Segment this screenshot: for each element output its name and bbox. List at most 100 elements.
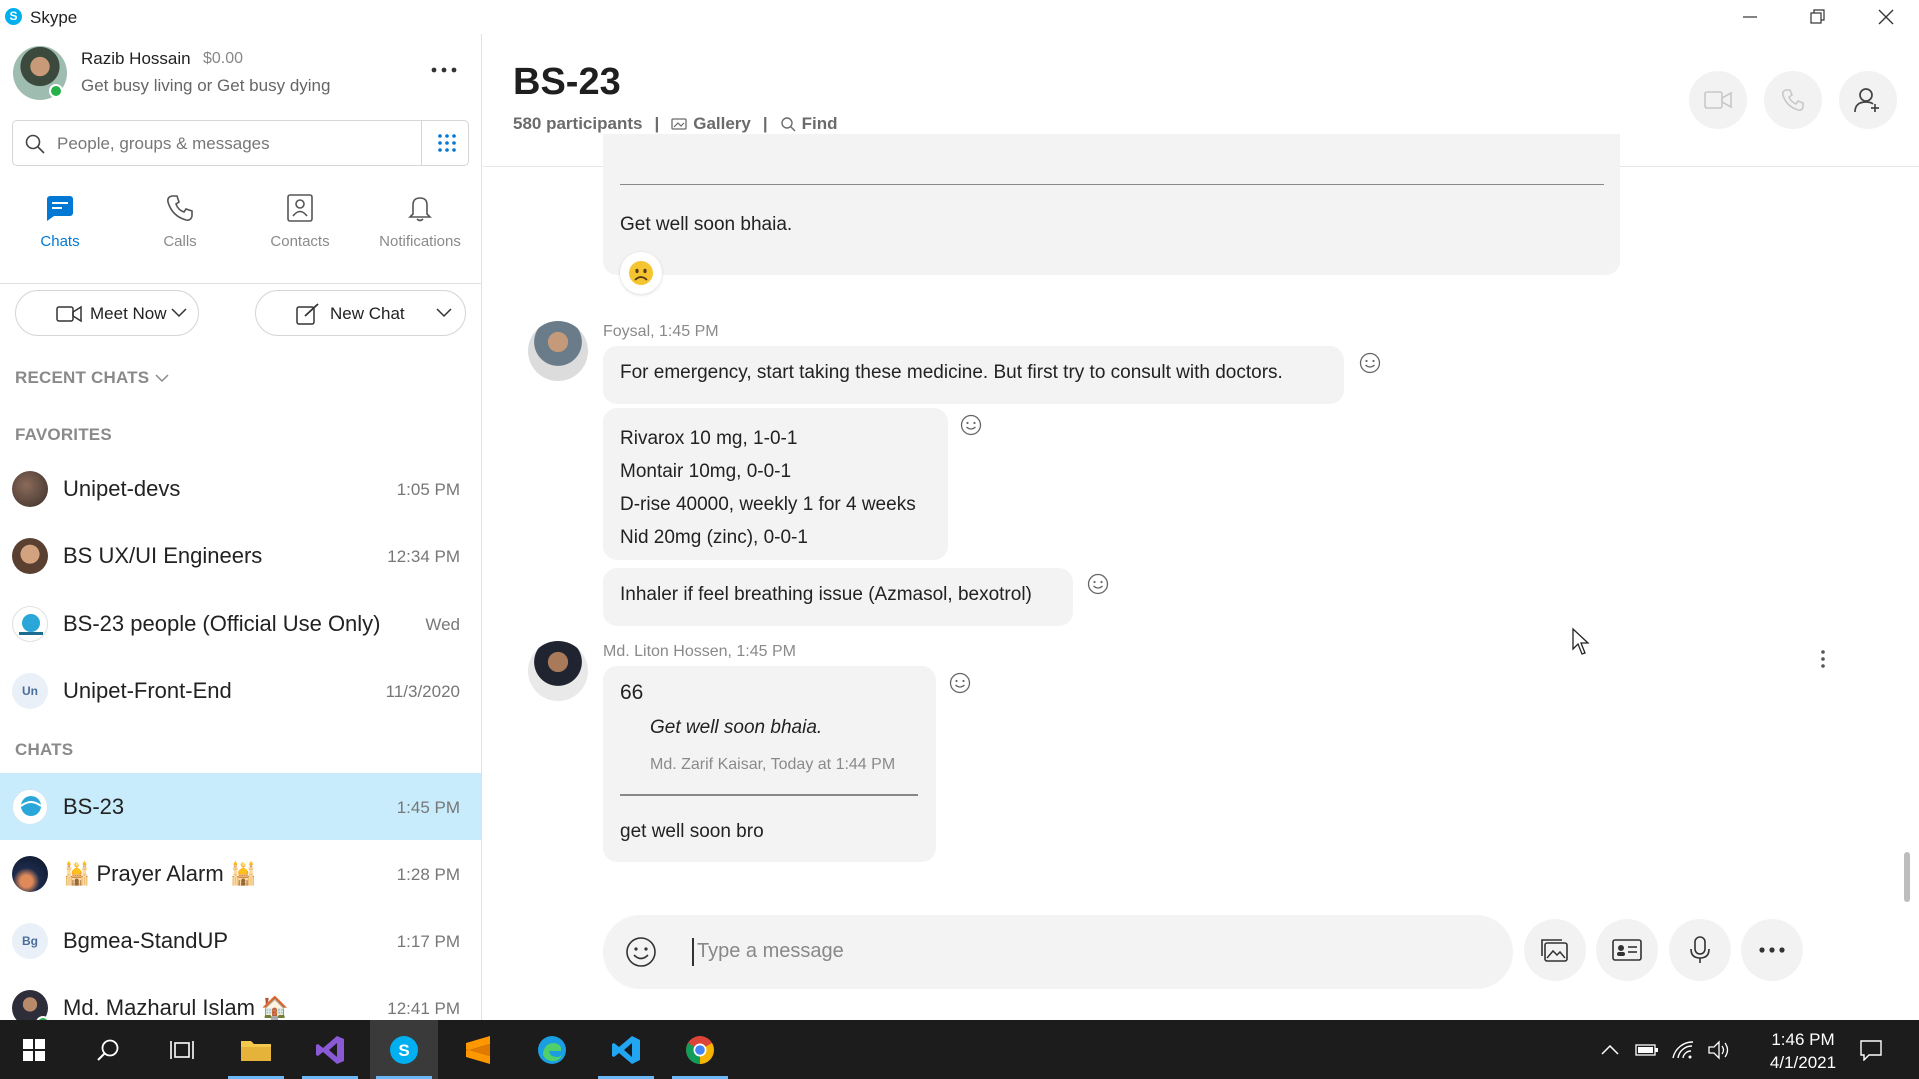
profile-name[interactable]: Razib Hossain (81, 49, 191, 69)
avatar[interactable] (528, 321, 588, 381)
image-file-icon (1541, 939, 1568, 962)
chrome-icon (686, 1035, 714, 1064)
visual-studio-button[interactable] (296, 1020, 364, 1079)
list-item[interactable]: Unipet-devs 1:05 PM (0, 455, 481, 522)
bell-icon (408, 197, 432, 222)
sublime-text-button[interactable] (444, 1020, 512, 1079)
gallery-icon (671, 118, 687, 130)
video-call-button[interactable] (1689, 71, 1747, 129)
list-item[interactable]: 🕌 Prayer Alarm 🕌 1:28 PM (0, 840, 481, 907)
message-bubble[interactable] (603, 134, 1620, 275)
message-text: Get well soon bhaia. (620, 214, 793, 235)
add-reaction-icon[interactable] (960, 414, 982, 436)
chat-time: 1:17 PM (396, 932, 460, 951)
share-media-button[interactable] (1524, 919, 1586, 981)
skype-taskbar-button[interactable]: S (370, 1020, 438, 1079)
quoted-text: Get well soon bhaia. (650, 717, 823, 738)
audio-call-button[interactable] (1764, 71, 1822, 129)
edge-browser-button[interactable] (518, 1020, 586, 1079)
clock-date: 4/1/2021 (1769, 1053, 1837, 1072)
skype-credit[interactable]: $0.00 (203, 50, 243, 68)
title-bar: S Skype (0, 0, 1919, 34)
search-box[interactable]: People, groups & messages (12, 120, 469, 166)
tab-notifications[interactable]: Notifications (360, 184, 480, 284)
volume-control[interactable] (1704, 1020, 1734, 1079)
list-item[interactable]: BS UX/UI Engineers 12:34 PM (0, 522, 481, 589)
more-options-button[interactable] (1741, 919, 1803, 981)
list-item[interactable]: Un Unipet-Front-End 11/3/2020 (0, 657, 481, 724)
tab-calls[interactable]: Calls (120, 184, 240, 284)
dialpad-icon[interactable] (437, 133, 457, 153)
skype-logo-icon: S (5, 8, 22, 25)
system-clock[interactable]: 1:46 PM 4/1/2021 (1748, 1028, 1858, 1074)
search-input[interactable]: People, groups & messages (57, 134, 270, 154)
minimize-button[interactable] (1716, 0, 1784, 34)
emoji-icon[interactable] (625, 936, 657, 968)
voice-message-button[interactable] (1669, 919, 1731, 981)
chrome-button[interactable] (666, 1020, 734, 1079)
show-hidden-icons-button[interactable] (1596, 1020, 1624, 1079)
minimize-icon (1743, 16, 1757, 18)
avatar: Bg (12, 923, 48, 959)
action-center-button[interactable] (1850, 1020, 1892, 1079)
microphone-icon (1690, 936, 1710, 963)
scrollbar-thumb[interactable] (1904, 852, 1910, 902)
recent-chats-header[interactable]: RECENT CHATS (15, 368, 169, 388)
message-bubble[interactable]: Inhaler if feel breathing issue (Azmasol… (603, 568, 1073, 626)
avatar (12, 789, 48, 825)
send-contact-button[interactable] (1596, 919, 1658, 981)
add-reaction-icon[interactable] (1087, 573, 1109, 595)
task-view-button[interactable] (148, 1020, 216, 1079)
recent-chats-label: RECENT CHATS (15, 368, 150, 387)
chats-header: CHATS (15, 740, 74, 759)
message-bubble[interactable]: Rivarox 10 mg, 1-0-1 Montair 10mg, 0-0-1… (603, 408, 948, 560)
list-item[interactable]: Md. Mazharul Islam 🏠 12:41 PM (0, 974, 481, 1020)
taskbar: S 1:46 PM 4/1/2021 (0, 1020, 1919, 1079)
file-explorer-button[interactable] (222, 1020, 290, 1079)
video-camera-icon (1704, 91, 1732, 109)
reaction-chip[interactable] (620, 252, 662, 294)
new-chat-button[interactable]: New Chat (255, 290, 466, 336)
vscode-button[interactable] (592, 1020, 660, 1079)
quote-divider (620, 794, 918, 796)
avatar (12, 606, 48, 642)
list-item[interactable]: BS-23 1:45 PM (0, 773, 481, 840)
list-item[interactable]: BS-23 people (Official Use Only) Wed (0, 590, 481, 657)
meet-now-button[interactable]: Meet Now (15, 290, 199, 336)
close-button[interactable] (1852, 0, 1919, 34)
network-status[interactable] (1668, 1020, 1698, 1079)
add-reaction-icon[interactable] (949, 672, 971, 694)
more-options-button[interactable] (426, 58, 462, 82)
message-options-icon[interactable] (1819, 649, 1827, 669)
avatar[interactable] (528, 641, 588, 701)
speaker-icon (1708, 1039, 1729, 1060)
mood-message[interactable]: Get busy living or Get busy dying (81, 76, 330, 96)
list-item[interactable]: Bg Bgmea-StandUP 1:17 PM (0, 907, 481, 974)
chat-time: 11/3/2020 (385, 682, 460, 701)
restore-button[interactable] (1784, 0, 1852, 34)
video-camera-icon (56, 305, 82, 323)
gallery-link[interactable]: Gallery (671, 114, 751, 134)
quote-divider (620, 184, 1604, 185)
message-bubble[interactable]: For emergency, start taking these medici… (603, 346, 1344, 404)
message-composer[interactable]: Type a message (603, 915, 1513, 989)
participants-count[interactable]: 580 participants (513, 114, 642, 134)
contact-card-icon (1612, 939, 1642, 961)
tab-chats[interactable]: Chats (0, 184, 120, 284)
chat-time: 1:45 PM (396, 798, 460, 817)
start-button[interactable] (0, 1020, 68, 1079)
page-title[interactable]: BS-23 (513, 61, 621, 104)
message-input[interactable]: Type a message (697, 940, 844, 963)
message-text: Rivarox 10 mg, 1-0-1 (620, 428, 798, 449)
add-reaction-icon[interactable] (1359, 352, 1381, 374)
visual-studio-icon (316, 1035, 344, 1064)
chat-time: 1:28 PM (396, 865, 460, 884)
taskbar-search-button[interactable] (74, 1020, 142, 1079)
tab-calls-label: Calls (163, 233, 197, 250)
tab-contacts[interactable]: Contacts (240, 184, 360, 284)
battery-status[interactable] (1632, 1020, 1662, 1079)
find-link[interactable]: Find (780, 114, 838, 134)
message-bubble[interactable]: 66 Get well soon bhaia. Md. Zarif Kaisar… (603, 666, 936, 862)
add-people-button[interactable] (1839, 71, 1897, 129)
favorites-header: FAVORITES (15, 425, 112, 444)
